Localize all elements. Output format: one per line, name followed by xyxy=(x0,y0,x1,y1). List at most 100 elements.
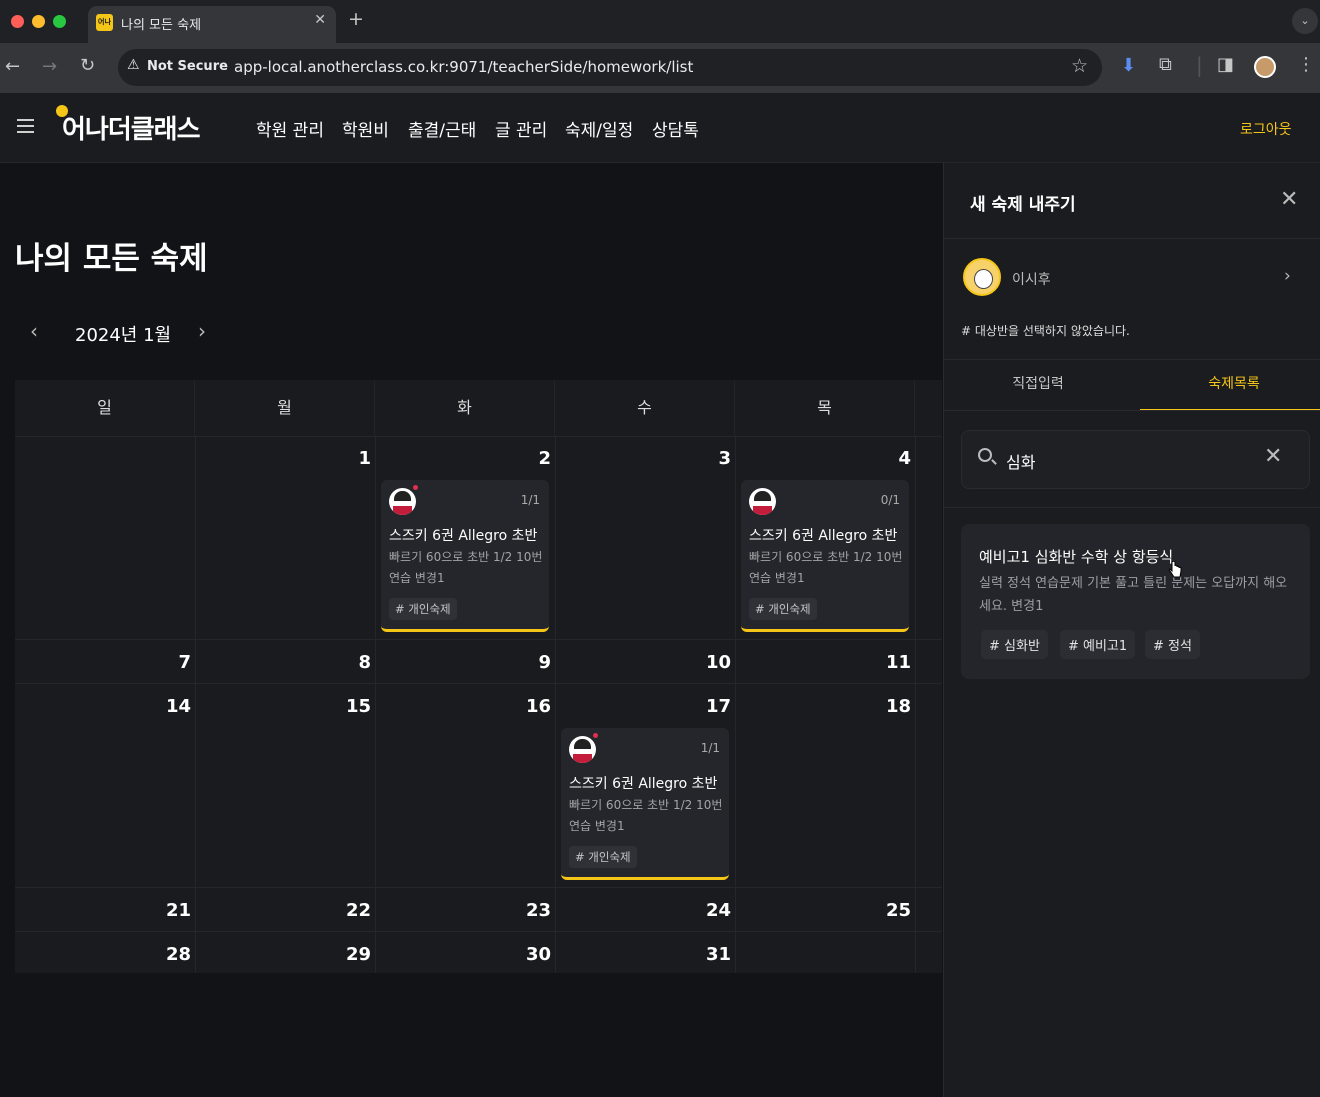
day-number[interactable]: 9 xyxy=(511,652,551,673)
prev-month-icon[interactable]: ‹ xyxy=(30,319,38,343)
new-homework-panel: 새 숙제 내주기 ✕ 이시후 › # 대상반을 선택하지 않았습니다. 직접입력… xyxy=(943,163,1320,1097)
search-icon xyxy=(978,448,992,462)
app-header: 어나더클래스 학원 관리 학원비 출결/근태 글 관리 숙제/일정 상담톡 로그… xyxy=(0,93,1320,163)
homework-card[interactable]: 1/1 스즈키 6권 Allegro 초반 빠르기 60으로 초반 1/2 10… xyxy=(561,728,729,880)
day-number[interactable]: 7 xyxy=(151,652,191,673)
day-number[interactable]: 8 xyxy=(331,652,371,673)
search-input[interactable]: 심화 ✕ xyxy=(961,430,1310,489)
chevron-right-icon[interactable]: › xyxy=(1284,266,1291,286)
grid-line xyxy=(555,436,556,973)
reload-icon[interactable]: ↻ xyxy=(80,55,95,76)
homework-tag: # 개인숙제 xyxy=(389,598,457,620)
month-label: 2024년 1월 xyxy=(75,325,172,346)
minimize-window-button[interactable] xyxy=(32,15,45,28)
homework-card[interactable]: 1/1 스즈키 6권 Allegro 초반 빠르기 60으로 초반 1/2 10… xyxy=(381,480,549,632)
logo-sun-icon xyxy=(56,105,68,117)
address-bar[interactable]: ⚠ Not Secure app-local.anotherclass.co.k… xyxy=(118,49,1102,86)
divider xyxy=(944,410,1320,411)
student-avatar xyxy=(569,736,596,763)
day-number[interactable]: 15 xyxy=(331,696,371,717)
day-number[interactable]: 16 xyxy=(511,696,551,717)
page-title: 나의 모든 숙제 xyxy=(15,241,208,277)
day-number[interactable]: 24 xyxy=(691,900,731,921)
close-icon[interactable]: ✕ xyxy=(1280,187,1298,212)
grid-line xyxy=(375,436,376,973)
day-number[interactable]: 25 xyxy=(871,900,911,921)
panel-title: 새 숙제 내주기 xyxy=(970,195,1076,215)
submission-count: 0/1 xyxy=(880,493,900,507)
logout-button[interactable]: 로그아웃 xyxy=(1240,119,1292,139)
nav-chat[interactable]: 상담톡 xyxy=(652,116,699,141)
nav-attendance[interactable]: 출결/근태 xyxy=(408,116,476,141)
day-number[interactable]: 23 xyxy=(511,900,551,921)
next-month-icon[interactable]: › xyxy=(198,319,206,343)
tab-search-icon[interactable]: ⌄ xyxy=(1292,8,1318,34)
day-number[interactable]: 17 xyxy=(691,696,731,717)
tab-title: 나의 모든 숙제 xyxy=(121,18,202,33)
submission-count: 1/1 xyxy=(700,741,720,755)
day-number[interactable]: 22 xyxy=(331,900,371,921)
day-number[interactable]: 3 xyxy=(691,448,731,469)
maximize-window-button[interactable] xyxy=(53,15,66,28)
result-tag: # 정석 xyxy=(1145,630,1200,659)
result-tag: # 심화반 xyxy=(981,630,1048,659)
close-window-button[interactable] xyxy=(11,15,24,28)
submission-count: 1/1 xyxy=(520,493,540,507)
logo-text: 어나더클래스 xyxy=(62,115,201,145)
day-number[interactable]: 21 xyxy=(151,900,191,921)
browser-tab[interactable]: 어나 나의 모든 숙제 ✕ xyxy=(88,6,336,43)
homework-result-item[interactable]: 예비고1 심화반 수학 상 항등식 실력 정석 연습문제 기본 풀고 틀린 문제… xyxy=(961,524,1310,679)
browser-toolbar: ← → ↻ ⚠ Not Secure app-local.anotherclas… xyxy=(0,43,1320,93)
nav-tuition[interactable]: 학원비 xyxy=(342,116,389,141)
logo[interactable]: 어나더클래스 xyxy=(56,105,201,146)
day-number[interactable]: 18 xyxy=(871,696,911,717)
tab-homework-list[interactable]: 숙제목록 xyxy=(1140,360,1320,411)
weekday-mon: 월 xyxy=(195,380,375,436)
day-number[interactable]: 10 xyxy=(691,652,731,673)
day-number[interactable]: 14 xyxy=(151,696,191,717)
menu-icon[interactable] xyxy=(17,119,34,137)
homework-card[interactable]: 0/1 스즈키 6권 Allegro 초반 빠르기 60으로 초반 1/2 10… xyxy=(741,480,909,632)
day-number[interactable]: 29 xyxy=(331,944,371,965)
homework-title: 스즈키 6권 Allegro 초반 xyxy=(749,528,898,544)
grid-line xyxy=(15,931,942,932)
grid-line xyxy=(15,639,942,640)
day-number[interactable]: 2 xyxy=(511,448,551,469)
class-note: # 대상반을 선택하지 않았습니다. xyxy=(961,324,1130,338)
day-number[interactable]: 4 xyxy=(871,448,911,469)
day-number[interactable]: 30 xyxy=(511,944,551,965)
new-tab-icon[interactable]: + xyxy=(348,8,364,30)
nav-homework[interactable]: 숙제/일정 xyxy=(565,116,633,141)
day-number[interactable]: 11 xyxy=(871,652,911,673)
homework-desc: 빠르기 60으로 초반 1/2 10번 연습 변경1 xyxy=(749,550,903,585)
grid-line xyxy=(915,436,916,973)
forward-icon[interactable]: → xyxy=(42,56,57,77)
student-avatar[interactable] xyxy=(963,258,1001,296)
clear-search-icon[interactable]: ✕ xyxy=(1264,444,1282,469)
search-value[interactable]: 심화 xyxy=(1006,449,1035,473)
security-label[interactable]: Not Secure xyxy=(147,59,228,74)
back-icon[interactable]: ← xyxy=(5,56,20,77)
side-panel-icon[interactable]: ◨ xyxy=(1217,54,1234,75)
tab-close-icon[interactable]: ✕ xyxy=(314,12,326,28)
day-number[interactable]: 28 xyxy=(151,944,191,965)
browser-menu-icon[interactable]: ⋮ xyxy=(1297,54,1315,75)
profile-avatar[interactable] xyxy=(1254,56,1276,78)
result-tag: # 예비고1 xyxy=(1060,630,1136,659)
homework-tag: # 개인숙제 xyxy=(569,846,637,868)
bookmark-star-icon[interactable]: ☆ xyxy=(1071,55,1088,77)
day-number[interactable]: 31 xyxy=(691,944,731,965)
day-number[interactable]: 1 xyxy=(331,448,371,469)
url-text[interactable]: app-local.anotherclass.co.kr:9071/teache… xyxy=(234,58,693,76)
student-avatar xyxy=(389,488,416,515)
nav-academy[interactable]: 학원 관리 xyxy=(256,116,324,141)
download-icon[interactable]: ⬇ xyxy=(1121,55,1136,76)
divider xyxy=(944,507,1320,508)
toolbar-divider: | xyxy=(1196,53,1203,77)
hand-cursor-icon xyxy=(1168,561,1182,578)
grid-line xyxy=(735,436,736,973)
nav-posts[interactable]: 글 관리 xyxy=(495,116,547,141)
tab-direct-input[interactable]: 직접입력 xyxy=(944,360,1132,411)
extensions-icon[interactable]: ⧉ xyxy=(1159,54,1172,75)
student-name[interactable]: 이시후 xyxy=(1012,269,1051,289)
